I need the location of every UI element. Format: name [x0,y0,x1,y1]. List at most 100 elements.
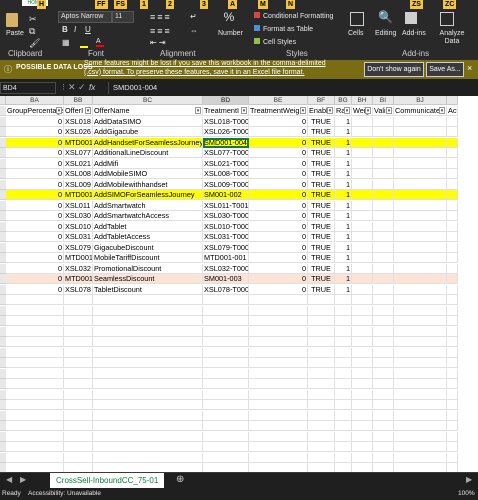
table-cell[interactable] [373,274,394,284]
empty-cell[interactable] [6,452,64,463]
empty-cell[interactable] [64,379,93,389]
empty-cell[interactable] [373,442,394,452]
column-header[interactable]: BI [373,96,394,105]
empty-cell[interactable] [308,368,335,379]
table-cell[interactable]: 0 [249,284,308,295]
table-cell[interactable]: 1 [335,148,352,158]
table-cell[interactable]: TRUE [308,169,335,179]
empty-cell[interactable] [447,379,458,389]
table-cell[interactable]: 0 [249,190,308,200]
table-cell[interactable]: 1 [335,116,352,127]
filter-dropdown-icon[interactable]: ▾ [365,107,371,114]
empty-cell[interactable] [447,305,458,316]
table-cell[interactable] [447,221,458,232]
table-cell[interactable] [394,221,447,232]
filter-dropdown-icon[interactable]: ▾ [85,107,91,114]
format-as-table-button[interactable]: Format as Table [254,25,313,33]
empty-cell[interactable] [6,347,64,358]
table-cell[interactable] [394,190,447,200]
empty-cell[interactable] [6,295,64,305]
table-cell[interactable] [394,148,447,158]
empty-cell[interactable] [394,452,447,463]
table-cell[interactable] [447,274,458,284]
indent-icon[interactable]: ⇤ ⇥ [150,38,166,47]
empty-cell[interactable] [93,295,203,305]
filter-dropdown-icon[interactable]: ▾ [56,107,62,114]
field-header-cell[interactable]: Act [447,106,458,116]
empty-cell[interactable] [373,295,394,305]
empty-cell[interactable] [352,442,373,452]
table-cell[interactable]: XSL011 [64,200,93,211]
table-cell[interactable] [373,169,394,179]
empty-cell[interactable] [64,295,93,305]
empty-cell[interactable] [249,326,308,337]
empty-cell[interactable] [352,326,373,337]
table-cell[interactable] [352,116,373,127]
empty-cell[interactable] [447,316,458,326]
table-cell[interactable] [394,211,447,221]
table-cell[interactable]: XSL009 [64,179,93,190]
table-cell[interactable]: AddHandsetForSeamlessJourney [93,137,203,148]
table-cell[interactable]: TRUE [308,242,335,253]
empty-cell[interactable] [203,421,249,431]
empty-cell[interactable] [93,400,203,410]
dont-show-again-button[interactable]: Don't show again [364,62,424,77]
table-cell[interactable]: XSL031 [64,232,93,242]
empty-cell[interactable] [203,316,249,326]
table-cell[interactable]: 0 [6,253,64,263]
empty-cell[interactable] [335,337,352,347]
empty-cell[interactable] [335,400,352,410]
table-cell[interactable] [352,148,373,158]
table-cell[interactable] [373,253,394,263]
empty-cell[interactable] [447,400,458,410]
empty-cell[interactable] [447,431,458,442]
empty-cell[interactable] [203,452,249,463]
bold-icon[interactable]: B [62,25,68,34]
column-header[interactable]: BF [308,96,335,105]
table-cell[interactable]: XSL077 [64,148,93,158]
filter-dropdown-icon[interactable]: ▾ [327,107,333,114]
empty-cell[interactable] [308,410,335,421]
table-cell[interactable] [394,232,447,242]
empty-cell[interactable] [203,368,249,379]
empty-cell[interactable] [6,368,64,379]
table-cell[interactable] [394,200,447,211]
table-cell[interactable] [447,263,458,274]
empty-cell[interactable] [447,368,458,379]
table-cell[interactable] [447,284,458,295]
empty-cell[interactable] [203,389,249,400]
cut-icon[interactable]: ✂ [29,14,37,25]
field-header-cell[interactable]: Enabl ▾ [308,106,335,116]
select-all-corner[interactable] [0,96,6,105]
column-header[interactable]: BA [6,96,64,105]
column-header[interactable]: BC [93,96,203,105]
empty-cell[interactable] [93,421,203,431]
table-cell[interactable] [447,158,458,169]
empty-cell[interactable] [394,379,447,389]
empty-cell[interactable] [352,316,373,326]
empty-cell[interactable] [394,347,447,358]
empty-cell[interactable] [352,347,373,358]
empty-cell[interactable] [249,305,308,316]
table-cell[interactable]: AddGigacube [93,127,203,137]
table-cell[interactable]: TRUE [308,179,335,190]
empty-cell[interactable] [373,316,394,326]
table-cell[interactable]: MTD001 [64,274,93,284]
column-header[interactable] [447,96,458,105]
empty-cell[interactable] [394,431,447,442]
cells-icon[interactable] [350,12,364,26]
table-cell[interactable]: XSL009-T0009 [203,179,249,190]
table-cell[interactable]: PromotionalDiscount [93,263,203,274]
empty-cell[interactable] [335,421,352,431]
empty-cell[interactable] [64,389,93,400]
empty-cell[interactable] [335,431,352,442]
empty-cell[interactable] [373,337,394,347]
table-cell[interactable] [447,200,458,211]
field-header-cell[interactable]: TreatmentWeig ▾ [249,106,308,116]
empty-cell[interactable] [335,305,352,316]
empty-cell[interactable] [352,368,373,379]
empty-cell[interactable] [203,400,249,410]
filter-dropdown-icon[interactable]: ▾ [344,107,350,114]
next-sheet-icon[interactable]: ▶ [20,475,26,484]
table-cell[interactable] [394,284,447,295]
